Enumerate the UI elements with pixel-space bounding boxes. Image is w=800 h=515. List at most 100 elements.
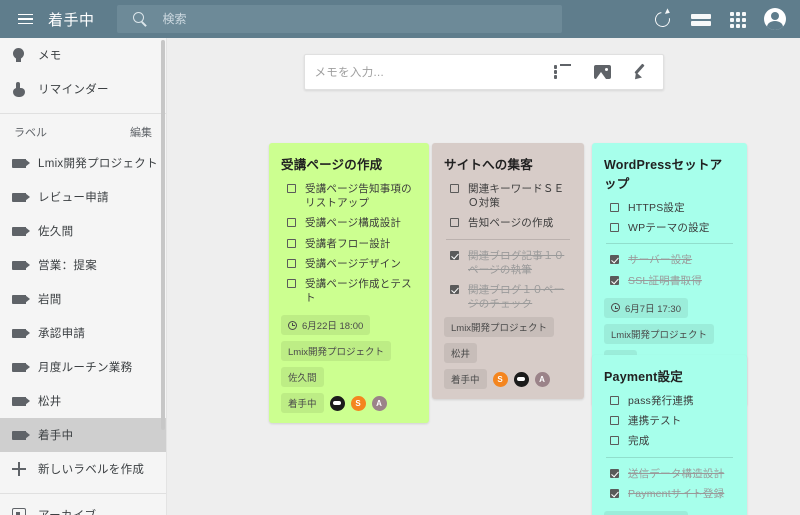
checkbox-unchecked-icon[interactable] bbox=[610, 396, 619, 405]
sidebar-label-0[interactable]: Lmix開発プロジェクト bbox=[0, 146, 166, 180]
list-view-icon[interactable] bbox=[690, 9, 712, 29]
checklist-item[interactable]: 受講ページデザイン bbox=[281, 257, 417, 271]
checklist-item-label: 受講ページ構成設計 bbox=[305, 217, 402, 230]
checklist-item-label: サーバー設定 bbox=[628, 254, 693, 267]
image-icon[interactable] bbox=[593, 65, 611, 79]
sidebar-bottom-0[interactable]: アーカイブ bbox=[0, 498, 166, 515]
note-card-title: 受講ページの作成 bbox=[281, 158, 383, 172]
checkbox-unchecked-icon[interactable] bbox=[287, 184, 296, 193]
checklist-item[interactable]: 連携テスト bbox=[604, 414, 735, 428]
new-note-input-bar[interactable]: メモを入力... bbox=[303, 54, 664, 90]
tag-icon bbox=[12, 328, 38, 338]
checkbox-checked-icon[interactable] bbox=[610, 255, 619, 265]
checklist-icon[interactable] bbox=[553, 64, 572, 80]
checklist-item[interactable]: Paymentサイト登録 bbox=[604, 487, 735, 501]
collaborator-avatar[interactable]: A bbox=[371, 395, 387, 411]
sidebar-item-label: Lmix開発プロジェクト bbox=[38, 158, 158, 170]
note-card[interactable]: サイトへの集客 関連キーワードＳＥＯ対策 告知ページの作成 関連ブログ記事１０ページの… bbox=[432, 143, 584, 400]
checklist-item[interactable]: 受講ページ作成とテスト bbox=[281, 277, 417, 305]
checklist-item[interactable]: HTTPS設定 bbox=[604, 201, 735, 215]
sidebar-label-5[interactable]: 承認申請 bbox=[0, 316, 166, 350]
brush-icon[interactable] bbox=[633, 64, 649, 80]
sidebar-label-3[interactable]: 営業：提案 bbox=[0, 248, 166, 282]
sidebar-scrollbar[interactable] bbox=[161, 40, 165, 430]
collaborator-avatar[interactable]: S bbox=[350, 395, 366, 411]
checklist-item[interactable]: 受講者フロー設計 bbox=[281, 237, 417, 251]
checkbox-unchecked-icon[interactable] bbox=[287, 218, 296, 228]
tag-icon bbox=[12, 396, 38, 406]
note-card[interactable]: 受講ページの作成受講ページ告知事項のリストアップ受講ページ構成設計受講者フロー設… bbox=[269, 143, 429, 424]
checkbox-checked-icon[interactable] bbox=[610, 275, 619, 285]
checkbox-unchecked-icon[interactable] bbox=[287, 258, 296, 268]
checklist-item[interactable]: 完成 bbox=[604, 434, 735, 448]
status-badge[interactable]: 着手中 bbox=[444, 369, 487, 390]
collaborator-avatar[interactable]: A bbox=[534, 371, 550, 387]
checklist-item-label: 関連ブログ記事１０ページの執筆 bbox=[468, 249, 565, 276]
tag-icon bbox=[12, 260, 38, 270]
sidebar-create-label[interactable]: 新しいラベルを作成 bbox=[0, 452, 166, 486]
search-input[interactable] bbox=[162, 12, 554, 26]
labels-edit-button[interactable]: 編集 bbox=[130, 124, 152, 140]
header-actions bbox=[652, 8, 800, 30]
new-note-placeholder[interactable]: メモを入力... bbox=[315, 64, 554, 80]
checkbox-unchecked-icon[interactable] bbox=[610, 416, 619, 426]
note-card[interactable]: Payment設定 pass発行連携 連携テスト 完成 送信データ構造設計 Payment… bbox=[592, 355, 747, 515]
account-avatar[interactable] bbox=[764, 8, 786, 30]
note-label-chip[interactable]: Lmix開発プロジェクト bbox=[604, 323, 715, 344]
sidebar-item-0[interactable]: メモ bbox=[0, 38, 166, 72]
reminder-date-chip[interactable]: 6月22日 18:00 bbox=[281, 315, 371, 336]
collaborator-avatar[interactable] bbox=[329, 395, 345, 411]
checklist-item-label: 送信データ構造設計 bbox=[628, 467, 725, 480]
sidebar-item-label: 佐久間 bbox=[38, 226, 74, 238]
sidebar-item-label: 承認申請 bbox=[38, 328, 86, 340]
hamburger-menu-icon[interactable] bbox=[6, 0, 44, 38]
checklist-item[interactable]: 受講ページ構成設計 bbox=[281, 216, 417, 230]
reminder-date-chip[interactable]: 6月7日 17:30 bbox=[604, 297, 688, 318]
checklist-item[interactable]: 受講ページ告知事項のリストアップ bbox=[281, 182, 417, 210]
checkbox-checked-icon[interactable] bbox=[450, 284, 459, 294]
checklist-item-label: 告知ページの作成 bbox=[468, 217, 554, 230]
checkbox-unchecked-icon[interactable] bbox=[610, 223, 619, 233]
sidebar-label-8[interactable]: 着手中 bbox=[0, 418, 166, 452]
apps-grid-icon[interactable] bbox=[730, 12, 746, 28]
search-box[interactable] bbox=[116, 5, 562, 33]
checklist-item[interactable]: 告知ページの作成 bbox=[444, 216, 572, 230]
checklist-item[interactable]: 関連ブログ記事１０ページの執筆 bbox=[444, 249, 572, 277]
checkbox-unchecked-icon[interactable] bbox=[287, 238, 296, 248]
checklist-item-label: 受講ページ告知事項のリストアップ bbox=[305, 183, 412, 210]
sidebar-label-7[interactable]: 松井 bbox=[0, 384, 166, 418]
checklist-item[interactable]: サーバー設定 bbox=[604, 253, 735, 267]
checklist-item[interactable]: 関連キーワードＳＥＯ対策 bbox=[444, 182, 572, 210]
sidebar: メモ リマインダー ラベル 編集 Lmix開発プロジェクト レビュー申請 佐久間 営業：… bbox=[0, 38, 167, 515]
checklist-item[interactable]: 関連ブログ１０ページのチェック bbox=[444, 283, 572, 311]
collaborator-avatar[interactable] bbox=[513, 371, 529, 387]
sidebar-label-6[interactable]: 月度ルーチン業務 bbox=[0, 350, 166, 384]
checklist-item-label: WPテーマの設定 bbox=[628, 222, 710, 235]
status-badge[interactable]: 着手中 bbox=[281, 393, 324, 414]
checkbox-unchecked-icon[interactable] bbox=[287, 278, 296, 288]
sidebar-label-2[interactable]: 佐久間 bbox=[0, 214, 166, 248]
sidebar-item-1[interactable]: リマインダー bbox=[0, 72, 166, 106]
checkbox-unchecked-icon[interactable] bbox=[450, 218, 459, 228]
refresh-icon[interactable] bbox=[652, 9, 672, 29]
checklist-item[interactable]: 送信データ構造設計 bbox=[604, 467, 735, 481]
checkbox-unchecked-icon[interactable] bbox=[450, 184, 459, 193]
sidebar-label-4[interactable]: 岩間 bbox=[0, 282, 166, 316]
checklist-item[interactable]: WPテーマの設定 bbox=[604, 221, 735, 235]
sidebar-item-label: 営業：提案 bbox=[38, 260, 97, 272]
checkbox-unchecked-icon[interactable] bbox=[610, 203, 619, 212]
reminder-date-chip[interactable]: 6月14日 0:00 bbox=[604, 510, 688, 515]
note-label-chip[interactable]: Lmix開発プロジェクト bbox=[281, 341, 392, 362]
note-label-chip[interactable]: 佐久間 bbox=[281, 367, 324, 388]
checkbox-checked-icon[interactable] bbox=[450, 250, 459, 260]
sidebar-label-1[interactable]: レビュー申請 bbox=[0, 180, 166, 214]
checkbox-unchecked-icon[interactable] bbox=[610, 436, 619, 446]
checklist-item[interactable]: SSL証明書取得 bbox=[604, 274, 735, 288]
checkbox-checked-icon[interactable] bbox=[610, 468, 619, 478]
collaborator-avatar[interactable]: S bbox=[492, 371, 508, 387]
checkbox-checked-icon[interactable] bbox=[610, 488, 619, 498]
checklist-item[interactable]: pass発行連携 bbox=[604, 394, 735, 408]
notes-board: 受講ページの作成受講ページ告知事項のリストアップ受講ページ構成設計受講者フロー設… bbox=[167, 98, 800, 515]
note-label-chip[interactable]: Lmix開発プロジェクト bbox=[444, 317, 555, 338]
note-label-chip[interactable]: 松井 bbox=[444, 343, 478, 364]
